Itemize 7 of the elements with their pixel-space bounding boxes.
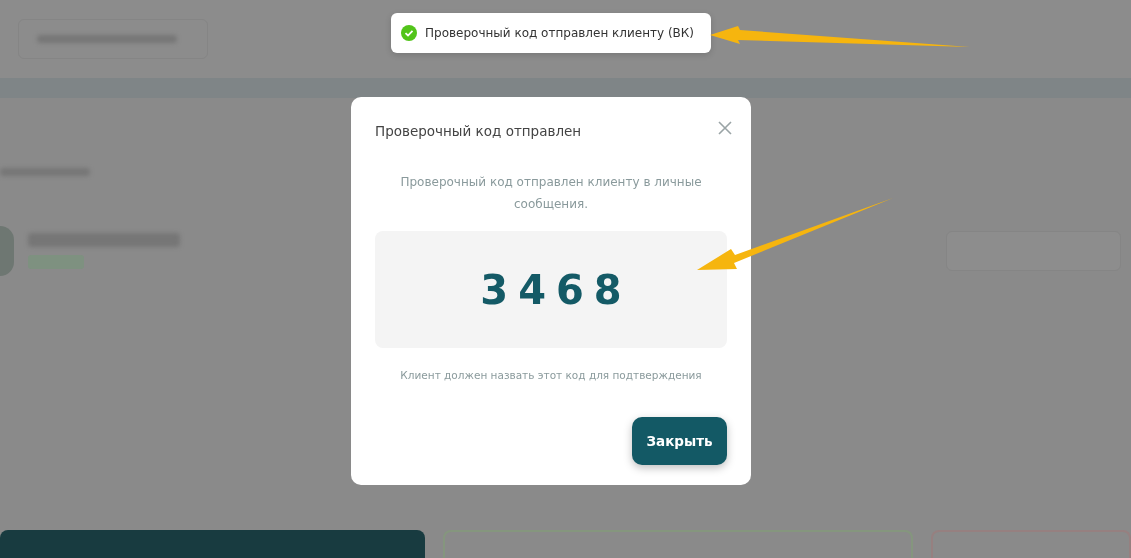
- hint-text: Клиент должен назвать этот код для подтверждения: [399, 368, 703, 384]
- dialog-title: Проверочный код отправлен: [375, 122, 583, 141]
- close-button[interactable]: Закрыть: [632, 417, 727, 465]
- toast-text: Проверочный код отправлен клиенту (ВК): [425, 25, 695, 42]
- check-icon: [401, 25, 417, 41]
- verification-code: 3468: [479, 265, 632, 315]
- dialog-message: Проверочный код отправлен клиенту в личные сообщения.: [399, 174, 703, 214]
